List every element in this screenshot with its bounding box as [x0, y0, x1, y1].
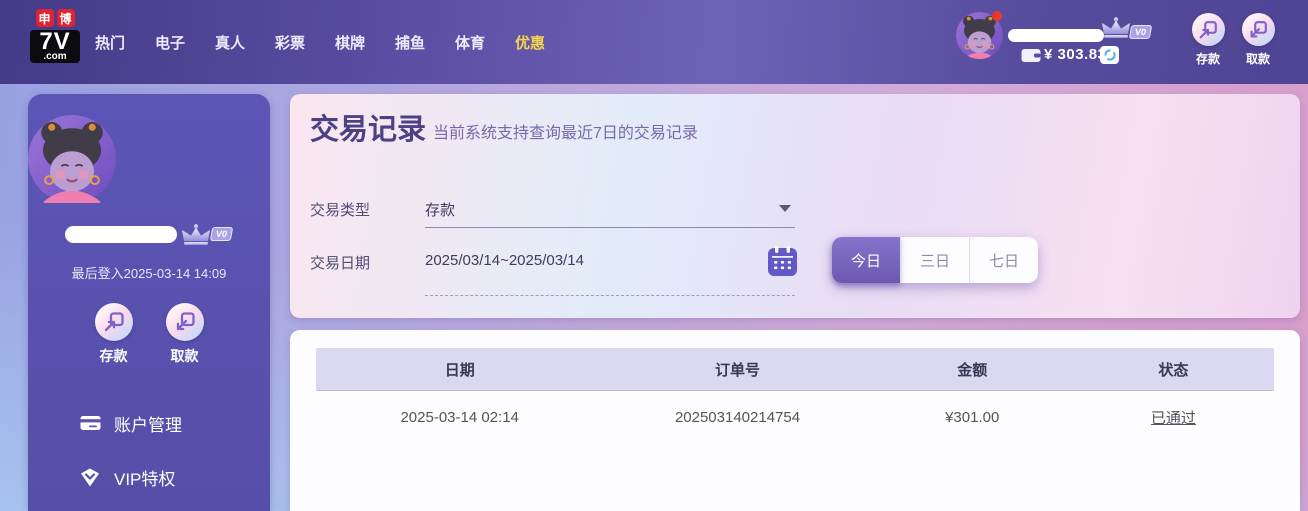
nav-item-slots[interactable]: 电子	[154, 32, 186, 53]
refresh-icon	[1103, 49, 1116, 61]
range-3days-button[interactable]: 三日	[900, 237, 969, 283]
date-field-underline	[425, 295, 795, 296]
balance-amount: ¥ 303.83	[1044, 46, 1107, 63]
withdraw-icon	[176, 312, 195, 331]
notification-dot-icon	[992, 11, 1002, 21]
bank-card-icon	[80, 414, 101, 432]
logo-badge-left: 申	[35, 9, 54, 27]
calendar-button[interactable]	[768, 246, 797, 281]
sidebar-item-label: 账户管理	[114, 415, 182, 435]
nav-item-hot[interactable]: 热门	[94, 32, 126, 53]
deposit-label: 存款	[1195, 52, 1220, 66]
nav-item-live[interactable]: 真人	[214, 32, 246, 53]
transaction-type-select[interactable]: 存款	[425, 199, 455, 220]
vip-level-badge: V0	[1128, 25, 1153, 39]
withdraw-button[interactable]: 取款	[1235, 13, 1281, 67]
transaction-type-label: 交易类型	[310, 202, 371, 219]
chevron-down-icon[interactable]	[779, 205, 791, 212]
range-7days-button[interactable]: 七日	[969, 237, 1038, 283]
nav-item-boardgames[interactable]: 棋牌	[334, 32, 366, 53]
page-background: V0 最后登入2025-03-14 14:09 存款 取款 账户管理 VIP特权…	[0, 84, 1308, 511]
transaction-table: 日期 订单号 金额 状态 2025-03-14 02:14 2025031402…	[316, 348, 1274, 443]
user-avatar[interactable]	[956, 11, 1003, 59]
row-order-no: 202503140214754	[674, 408, 801, 426]
sidebar-deposit-button[interactable]: 存款	[92, 303, 136, 366]
logo-main: 7V .com	[30, 30, 80, 63]
nav-item-fishing[interactable]: 捕鱼	[394, 32, 426, 53]
transaction-table-panel: 日期 订单号 金额 状态 2025-03-14 02:14 2025031402…	[290, 330, 1300, 511]
header-amount: 金额	[957, 361, 988, 379]
sidebar-item-vip[interactable]: VIP特权	[28, 450, 270, 504]
deposit-icon	[104, 312, 124, 332]
deposit-button[interactable]: 存款	[1185, 13, 1231, 67]
table-row: 2025-03-14 02:14 202503140214754 ¥301.00…	[316, 391, 1274, 443]
sidebar-item-label: VIP特权	[114, 469, 176, 489]
row-status-link[interactable]: 已通过	[1151, 410, 1196, 427]
page-title: 交易记录	[310, 114, 427, 146]
sidebar-vip-level-badge: V0	[210, 227, 234, 241]
row-amount: ¥301.00	[945, 408, 1000, 426]
withdraw-label: 取款	[1245, 52, 1270, 66]
vip-gem-icon	[80, 468, 101, 487]
site-logo[interactable]: 申 博 7V .com	[30, 9, 80, 63]
calendar-icon	[768, 246, 797, 276]
header-date: 日期	[444, 361, 475, 379]
main-nav: 热门 电子 真人 彩票 棋牌 捕鱼 体育 优惠	[94, 0, 574, 84]
username-redacted	[1008, 29, 1104, 42]
sidebar: V0 最后登入2025-03-14 14:09 存款 取款 账户管理 VIP特权	[26, 94, 270, 511]
refresh-balance-button[interactable]	[1100, 46, 1119, 64]
range-today-button[interactable]: 今日	[832, 237, 900, 283]
header-status: 状态	[1158, 361, 1189, 379]
nav-item-sports[interactable]: 体育	[454, 32, 486, 53]
logo-text: 7V	[39, 28, 71, 55]
transaction-filter-panel: 交易记录 当前系统支持查询最近7日的交易记录 交易类型 存款 交易日期 2025…	[290, 94, 1300, 318]
last-login-text: 最后登入2025-03-14 14:09	[71, 266, 227, 281]
sidebar-item-bonus[interactable]: 红利红包	[28, 504, 270, 511]
top-navbar: 申 博 7V .com 热门 电子 真人 彩票 棋牌 捕鱼 体育 优惠 V0 ¥…	[0, 0, 1308, 84]
sidebar-withdraw-label: 取款	[170, 348, 199, 364]
wallet-icon	[1021, 49, 1041, 62]
date-range-buttons: 今日 三日 七日	[832, 237, 1038, 283]
logo-badge-right: 博	[56, 9, 75, 27]
vip-crown-icon	[1102, 17, 1130, 38]
table-header-row: 日期 订单号 金额 状态	[316, 348, 1274, 391]
transaction-date-label: 交易日期	[310, 255, 371, 272]
sidebar-item-account[interactable]: 账户管理	[28, 396, 270, 450]
withdraw-icon	[1250, 20, 1267, 37]
sidebar-username-redacted	[65, 225, 178, 243]
nav-item-promotions[interactable]: 优惠	[514, 32, 546, 53]
row-date: 2025-03-14 02:14	[400, 408, 519, 426]
header-order-no: 订单号	[715, 361, 761, 379]
sidebar-deposit-label: 存款	[99, 348, 128, 364]
page-subtitle: 当前系统支持查询最近7日的交易记录	[433, 125, 698, 142]
deposit-icon	[1199, 20, 1217, 38]
sidebar-avatar[interactable]	[26, 113, 118, 205]
transaction-date-input[interactable]: 2025/03/14~2025/03/14	[425, 252, 584, 269]
sidebar-menu: 账户管理 VIP特权 红利红包	[28, 396, 270, 511]
nav-item-lottery[interactable]: 彩票	[274, 32, 306, 53]
type-field-underline	[425, 227, 795, 228]
sidebar-withdraw-button[interactable]: 取款	[163, 303, 207, 366]
sidebar-vip-crown-icon	[182, 223, 211, 245]
